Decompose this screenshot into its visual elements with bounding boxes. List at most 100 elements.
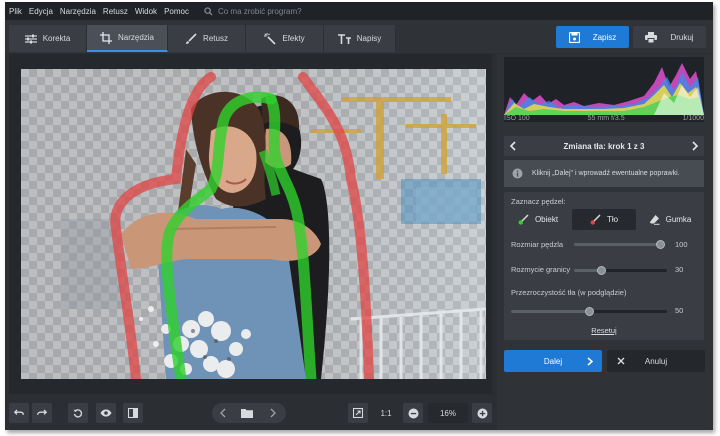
app-window: Plik Edycja Narzędzia Retusz Widok Pomoc… bbox=[5, 2, 713, 430]
compare-icon bbox=[128, 408, 138, 418]
tab-narzedzia[interactable]: Narzędzia bbox=[87, 25, 168, 52]
back-button[interactable] bbox=[509, 141, 516, 153]
redo-icon bbox=[37, 409, 47, 415]
zoom-in-button[interactable] bbox=[472, 403, 492, 423]
zoom-out-button[interactable] bbox=[403, 403, 423, 423]
zoom-1-1-label: 1:1 bbox=[380, 408, 392, 418]
tab-label: Korekta bbox=[42, 34, 71, 43]
chevron-left-icon bbox=[220, 408, 226, 418]
save-icon bbox=[568, 31, 580, 43]
object-brush-button[interactable]: Obiekt bbox=[508, 209, 568, 230]
brush-settings: Zaznacz pędzel: Obiekt Tło Gumka Rozmiar… bbox=[504, 192, 704, 340]
background-brush-label: Tło bbox=[606, 215, 619, 224]
menu-bar: Plik Edycja Narzędzia Retusz Widok Pomoc… bbox=[5, 2, 713, 20]
opacity-value: 50 bbox=[675, 306, 684, 315]
next-image-button[interactable] bbox=[270, 408, 276, 420]
opacity-label: Przezroczystość tła (w podglądzie) bbox=[511, 288, 627, 297]
tab-napisy[interactable]: Napisy bbox=[324, 25, 396, 52]
undo-icon bbox=[14, 409, 24, 415]
tab-label: Retusz bbox=[203, 34, 228, 43]
slider-fill bbox=[511, 310, 589, 313]
minus-circle-icon bbox=[408, 408, 418, 418]
chevron-right-icon bbox=[692, 141, 699, 151]
sliders-icon bbox=[24, 34, 37, 43]
info-icon bbox=[512, 168, 523, 179]
info-box: Kliknij „Dalej" i wprowadź ewentualne po… bbox=[504, 160, 704, 187]
print-button[interactable]: Drukuj bbox=[633, 26, 706, 48]
eye-icon bbox=[100, 409, 112, 417]
forward-button[interactable] bbox=[692, 141, 699, 153]
eraser-button[interactable]: Gumka bbox=[640, 209, 700, 230]
info-text: Kliknij „Dalej" i wprowadź ewentualne po… bbox=[532, 170, 680, 177]
brush-size-label: Rozmiar pędzla bbox=[511, 240, 564, 249]
chevron-right-icon bbox=[587, 357, 593, 366]
search-placeholder: Co ma zrobić program? bbox=[217, 6, 302, 16]
next-label: Dalej bbox=[543, 356, 563, 366]
step-title: Zmiana tła: krok 1 z 3 bbox=[563, 141, 645, 151]
fit-screen-button[interactable] bbox=[348, 403, 368, 423]
bottom-bar: 1:1 16% bbox=[5, 396, 497, 430]
zoom-1-1-button[interactable]: 1:1 bbox=[375, 403, 397, 423]
open-folder-button[interactable] bbox=[241, 408, 253, 420]
menu-retouch[interactable]: Retusz bbox=[103, 7, 128, 16]
reset-link[interactable]: Resetuj bbox=[504, 326, 704, 335]
opacity-slider[interactable] bbox=[511, 307, 667, 316]
file-navigator bbox=[212, 403, 286, 423]
slider-knob[interactable] bbox=[655, 240, 665, 249]
cancel-label: Anuluj bbox=[644, 356, 668, 366]
save-label: Zapisz bbox=[592, 32, 617, 42]
edge-blur-value: 30 bbox=[675, 265, 684, 274]
next-button[interactable]: Dalej bbox=[504, 350, 602, 372]
brush-size-value: 100 bbox=[675, 240, 688, 249]
toolbar: Korekta Narzędzia Retusz Efekty Napisy Z… bbox=[5, 20, 713, 53]
slider-knob[interactable] bbox=[584, 307, 594, 316]
printer-icon bbox=[645, 31, 658, 43]
print-label: Drukuj bbox=[670, 32, 694, 42]
edge-blur-slider[interactable] bbox=[574, 266, 667, 275]
cancel-button[interactable]: Anuluj bbox=[607, 350, 705, 372]
chevron-left-icon bbox=[509, 141, 516, 151]
menu-tools[interactable]: Narzędzia bbox=[60, 7, 96, 16]
lens-value: 55 mm f/3.5 bbox=[587, 115, 625, 122]
tab-efekty[interactable]: Efekty bbox=[246, 25, 324, 52]
menu-view[interactable]: Widok bbox=[135, 7, 157, 16]
zoom-value[interactable]: 16% bbox=[428, 403, 468, 423]
brush-icon bbox=[186, 32, 197, 44]
close-icon bbox=[617, 357, 625, 365]
undo-button[interactable] bbox=[9, 403, 29, 423]
tab-retusz[interactable]: Retusz bbox=[168, 25, 246, 52]
slider-fill bbox=[574, 243, 660, 246]
prev-image-button[interactable] bbox=[220, 408, 226, 420]
folder-icon bbox=[241, 409, 253, 418]
object-brush-label: Obiekt bbox=[534, 215, 559, 224]
zoom-value-label: 16% bbox=[439, 408, 456, 418]
background-brush-button[interactable]: Tło bbox=[572, 209, 636, 230]
canvas-area bbox=[9, 54, 492, 394]
brush-size-slider[interactable] bbox=[574, 240, 665, 249]
compare-button[interactable] bbox=[123, 403, 143, 423]
search-box[interactable]: Co ma zrobić program? bbox=[204, 7, 302, 16]
background-brush-icon bbox=[590, 214, 601, 225]
plus-circle-icon bbox=[477, 408, 487, 418]
menu-help[interactable]: Pomoc bbox=[164, 7, 189, 16]
slider-knob[interactable] bbox=[597, 266, 607, 275]
menu-edit[interactable]: Edycja bbox=[29, 7, 53, 16]
tab-label: Narzędzia bbox=[117, 33, 154, 42]
redo-button[interactable] bbox=[32, 403, 52, 423]
menu-file[interactable]: Plik bbox=[9, 7, 22, 16]
object-brush-icon bbox=[518, 214, 529, 225]
eraser-icon bbox=[649, 215, 660, 225]
search-icon bbox=[204, 6, 213, 16]
text-icon bbox=[337, 33, 351, 44]
fit-screen-icon bbox=[353, 408, 363, 418]
tab-label: Efekty bbox=[282, 34, 305, 43]
preview-button[interactable] bbox=[96, 403, 116, 423]
tab-label: Napisy bbox=[356, 34, 382, 43]
eraser-label: Gumka bbox=[665, 215, 692, 224]
tab-korekta[interactable]: Korekta bbox=[9, 25, 87, 52]
photo-canvas[interactable] bbox=[21, 69, 486, 379]
rotate-button[interactable] bbox=[68, 403, 88, 423]
save-button[interactable]: Zapisz bbox=[556, 26, 629, 48]
magic-wand-icon bbox=[264, 32, 276, 45]
right-panel: ISO 100 55 mm f/3.5 1/1000 Zmiana tła: k… bbox=[497, 54, 713, 430]
